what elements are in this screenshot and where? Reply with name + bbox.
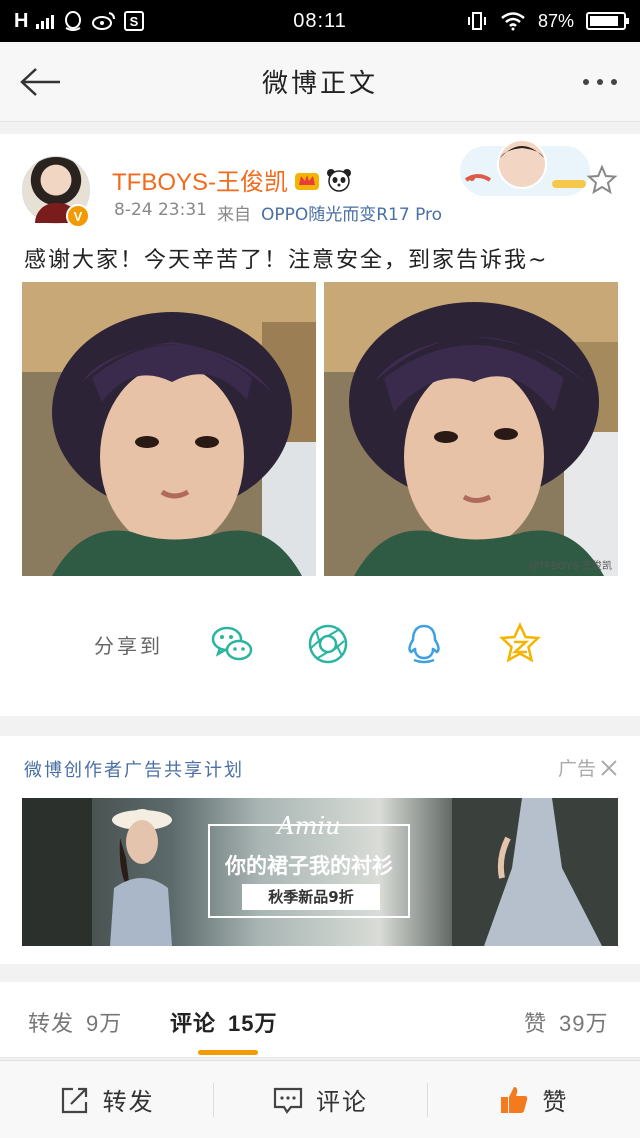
- clock: 08:11: [293, 9, 347, 32]
- post-photo-2[interactable]: @TFBOYS-王俊凯: [324, 282, 618, 576]
- post-meta: 8-24 23:31 来自 OPPO随光而变R17 Pro: [114, 200, 442, 225]
- ad-script-text: Amiu: [277, 812, 341, 840]
- favorite-star-icon[interactable]: [586, 164, 618, 196]
- username[interactable]: TFBOYS-王俊凯: [112, 162, 288, 197]
- tab-comments-label: 评论: [170, 1012, 217, 1037]
- more-button[interactable]: [560, 42, 640, 122]
- photo-watermark: @TFBOYS-王俊凯: [528, 561, 613, 572]
- qq-share-icon[interactable]: [402, 622, 446, 666]
- tab-comments[interactable]: 评论 15万: [170, 1006, 278, 1038]
- arrow-left-icon: [20, 67, 60, 96]
- battery-level: [590, 16, 618, 26]
- repost-label: 转发: [102, 1088, 155, 1116]
- comment-button[interactable]: 评论: [213, 1061, 426, 1138]
- back-button[interactable]: [0, 42, 80, 122]
- stats-tabs: 转发 9万 评论 15万 赞 39万: [0, 982, 640, 1058]
- weibo-icon: [92, 12, 116, 30]
- more-dots-icon: [583, 78, 589, 85]
- close-icon: [601, 759, 617, 776]
- battery-percent: 87%: [537, 10, 574, 31]
- repost-button[interactable]: 转发: [0, 1061, 213, 1138]
- ad-card[interactable]: 微博创作者广告共享计划 广告 Amiu 你的裙子我的衬衫 秋季新品9折: [0, 736, 640, 964]
- share-row: 分享到: [0, 622, 640, 666]
- post-photo-1[interactable]: [22, 282, 316, 576]
- tab-reposts[interactable]: 转发 9万: [28, 1006, 122, 1038]
- ad-subline: 秋季新品9折: [242, 884, 380, 910]
- nav-bar: 微博正文: [0, 42, 640, 122]
- like-count: 39万: [559, 1011, 609, 1036]
- crown-icon: [295, 172, 320, 190]
- wifi-icon: [501, 12, 525, 31]
- comment-icon: [273, 1087, 303, 1114]
- ad-text-frame: Amiu 你的裙子我的衬衫 秋季新品9折: [208, 812, 410, 918]
- thumbs-up-icon: [501, 1086, 528, 1113]
- tab-likes[interactable]: 赞 39万: [524, 1006, 609, 1038]
- tab-likes-label: 赞: [524, 1012, 548, 1037]
- ad-banner[interactable]: Amiu 你的裙子我的衬衫 秋季新品9折: [22, 798, 618, 946]
- post-content: 感谢大家！今天辛苦了！注意安全，到家告诉我~: [24, 248, 549, 273]
- like-label: 赞: [542, 1088, 569, 1116]
- source-link[interactable]: OPPO随光而变R17 Pro: [261, 200, 442, 225]
- share-label: 分享到: [94, 634, 163, 658]
- carrier-label: H: [14, 9, 29, 32]
- s-icon: S: [124, 11, 145, 31]
- status-bar: H S 08:11 87%: [0, 0, 640, 42]
- like-button[interactable]: 赞: [426, 1061, 640, 1138]
- svg-text:S: S: [130, 14, 139, 29]
- fan-card-sticker: [460, 139, 590, 196]
- qq-icon: [65, 11, 82, 31]
- repost-count: 9万: [86, 1011, 123, 1036]
- ad-program-title[interactable]: 微博创作者广告共享计划: [24, 756, 244, 782]
- ad-tag-label: 广告: [557, 758, 596, 780]
- ad-close-button[interactable]: 广告: [558, 754, 618, 781]
- wechat-icon[interactable]: [210, 622, 254, 666]
- page-title: 微博正文: [261, 69, 378, 99]
- source-prefix: 来自: [216, 205, 251, 225]
- username-row[interactable]: TFBOYS-王俊凯: [112, 162, 352, 197]
- active-tab-indicator: [198, 1050, 258, 1055]
- bottom-toolbar: 转发 评论 赞: [0, 1060, 640, 1138]
- battery-icon: [586, 12, 629, 30]
- qzone-icon[interactable]: [498, 622, 542, 666]
- panda-icon: [327, 168, 352, 192]
- post-card: V TFBOYS-王俊凯 8-24 23:31 来自 OPPO随光而变R17 P…: [0, 134, 640, 716]
- comment-count: 15万: [228, 1011, 278, 1036]
- repost-icon: [61, 1087, 87, 1113]
- verified-badge: V: [66, 204, 90, 228]
- vibrate-icon: [467, 12, 486, 30]
- signal-icon: [36, 13, 55, 29]
- comment-label: 评论: [315, 1088, 368, 1116]
- moments-icon[interactable]: [306, 622, 350, 666]
- tab-reposts-label: 转发: [28, 1012, 75, 1037]
- post-date: 8-24 23:31: [114, 200, 207, 220]
- ad-headline: 你的裙子我的衬衫: [225, 854, 393, 878]
